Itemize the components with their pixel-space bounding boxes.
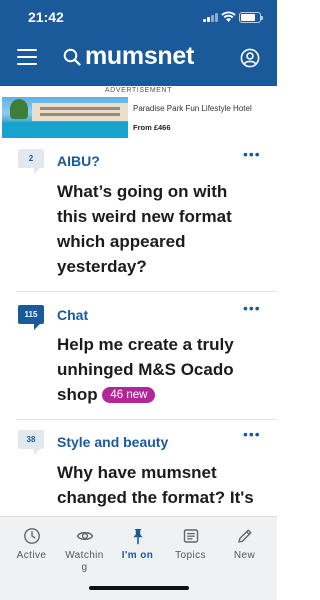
tab-topics[interactable]: Topics	[163, 527, 218, 562]
reply-count-badge: 2	[18, 149, 44, 174]
pencil-icon	[237, 529, 251, 543]
reply-count-badge: 115	[18, 305, 44, 330]
thread-title[interactable]: Why have mumsnet changed the format? It'…	[57, 460, 257, 516]
tab-label: Watchin g	[65, 550, 104, 573]
thread-category[interactable]: Chat	[57, 307, 88, 323]
thread-item[interactable]: 2 AIBU? ••• What’s going on with this we…	[0, 144, 277, 292]
thread-title[interactable]: What’s going on with this weird new form…	[57, 179, 257, 279]
wifi-icon	[221, 11, 236, 22]
reply-count-badge: 38	[18, 430, 44, 455]
thread-feed[interactable]: 2 AIBU? ••• What’s going on with this we…	[0, 144, 277, 516]
ad-price: From £466	[133, 123, 171, 132]
logo-text: mumsnet	[85, 42, 195, 70]
ad-label: ADVERTISEMENT	[104, 87, 173, 94]
thread-title[interactable]: Help me create a truly unhinged M&S Ocad…	[57, 332, 257, 407]
tab-label: Active	[16, 550, 47, 561]
tab-label: Topics	[175, 550, 206, 561]
new-posts-badge: 46 new	[102, 387, 156, 403]
more-options-icon[interactable]: •••	[243, 146, 261, 162]
tab-active[interactable]: Active	[4, 527, 59, 562]
tab-new[interactable]: New	[217, 527, 272, 562]
tab-label: New	[233, 550, 256, 561]
thread-title-text: Why have mumsnet changed the format? It'…	[57, 463, 254, 516]
pin-icon	[132, 529, 143, 545]
more-options-icon[interactable]: •••	[243, 300, 261, 316]
ad-choices-icon[interactable]: ✕|▷	[4, 133, 20, 138]
search-icon[interactable]	[63, 48, 81, 66]
thread-title-text: What’s going on with this weird new form…	[57, 182, 232, 276]
clock-icon	[23, 528, 40, 544]
tab-watching[interactable]: Watchin g	[57, 527, 112, 574]
advertisement-banner[interactable]: ADVERTISEMENT ✕|▷ Paradise Park Fun Life…	[0, 86, 277, 144]
home-indicator	[89, 586, 189, 590]
eye-icon	[76, 531, 93, 541]
tab-im-on[interactable]: I'm on	[110, 527, 165, 562]
thread-item[interactable]: 115 Chat ••• Help me create a truly unhi…	[0, 292, 277, 420]
account-icon[interactable]	[240, 48, 260, 68]
more-options-icon[interactable]: •••	[243, 426, 261, 442]
mumsnet-logo[interactable]: mumsnet	[63, 44, 194, 69]
status-bar: 21:42	[0, 0, 277, 34]
ad-hotel-image[interactable]: ✕|▷	[2, 97, 128, 138]
app-header: 21:42 mumsnet	[0, 0, 277, 86]
thread-item[interactable]: 38 Style and beauty ••• Why have mumsnet…	[0, 420, 277, 516]
tab-label: I'm on	[121, 550, 154, 561]
thread-category[interactable]: Style and beauty	[57, 434, 168, 450]
list-icon	[183, 529, 198, 543]
menu-icon[interactable]	[17, 49, 37, 65]
status-time: 21:42	[28, 9, 64, 25]
signal-icon	[203, 13, 218, 22]
thread-category[interactable]: AIBU?	[57, 153, 100, 169]
ad-title[interactable]: Paradise Park Fun Lifestyle Hotel	[133, 104, 252, 113]
battery-icon	[239, 12, 263, 23]
